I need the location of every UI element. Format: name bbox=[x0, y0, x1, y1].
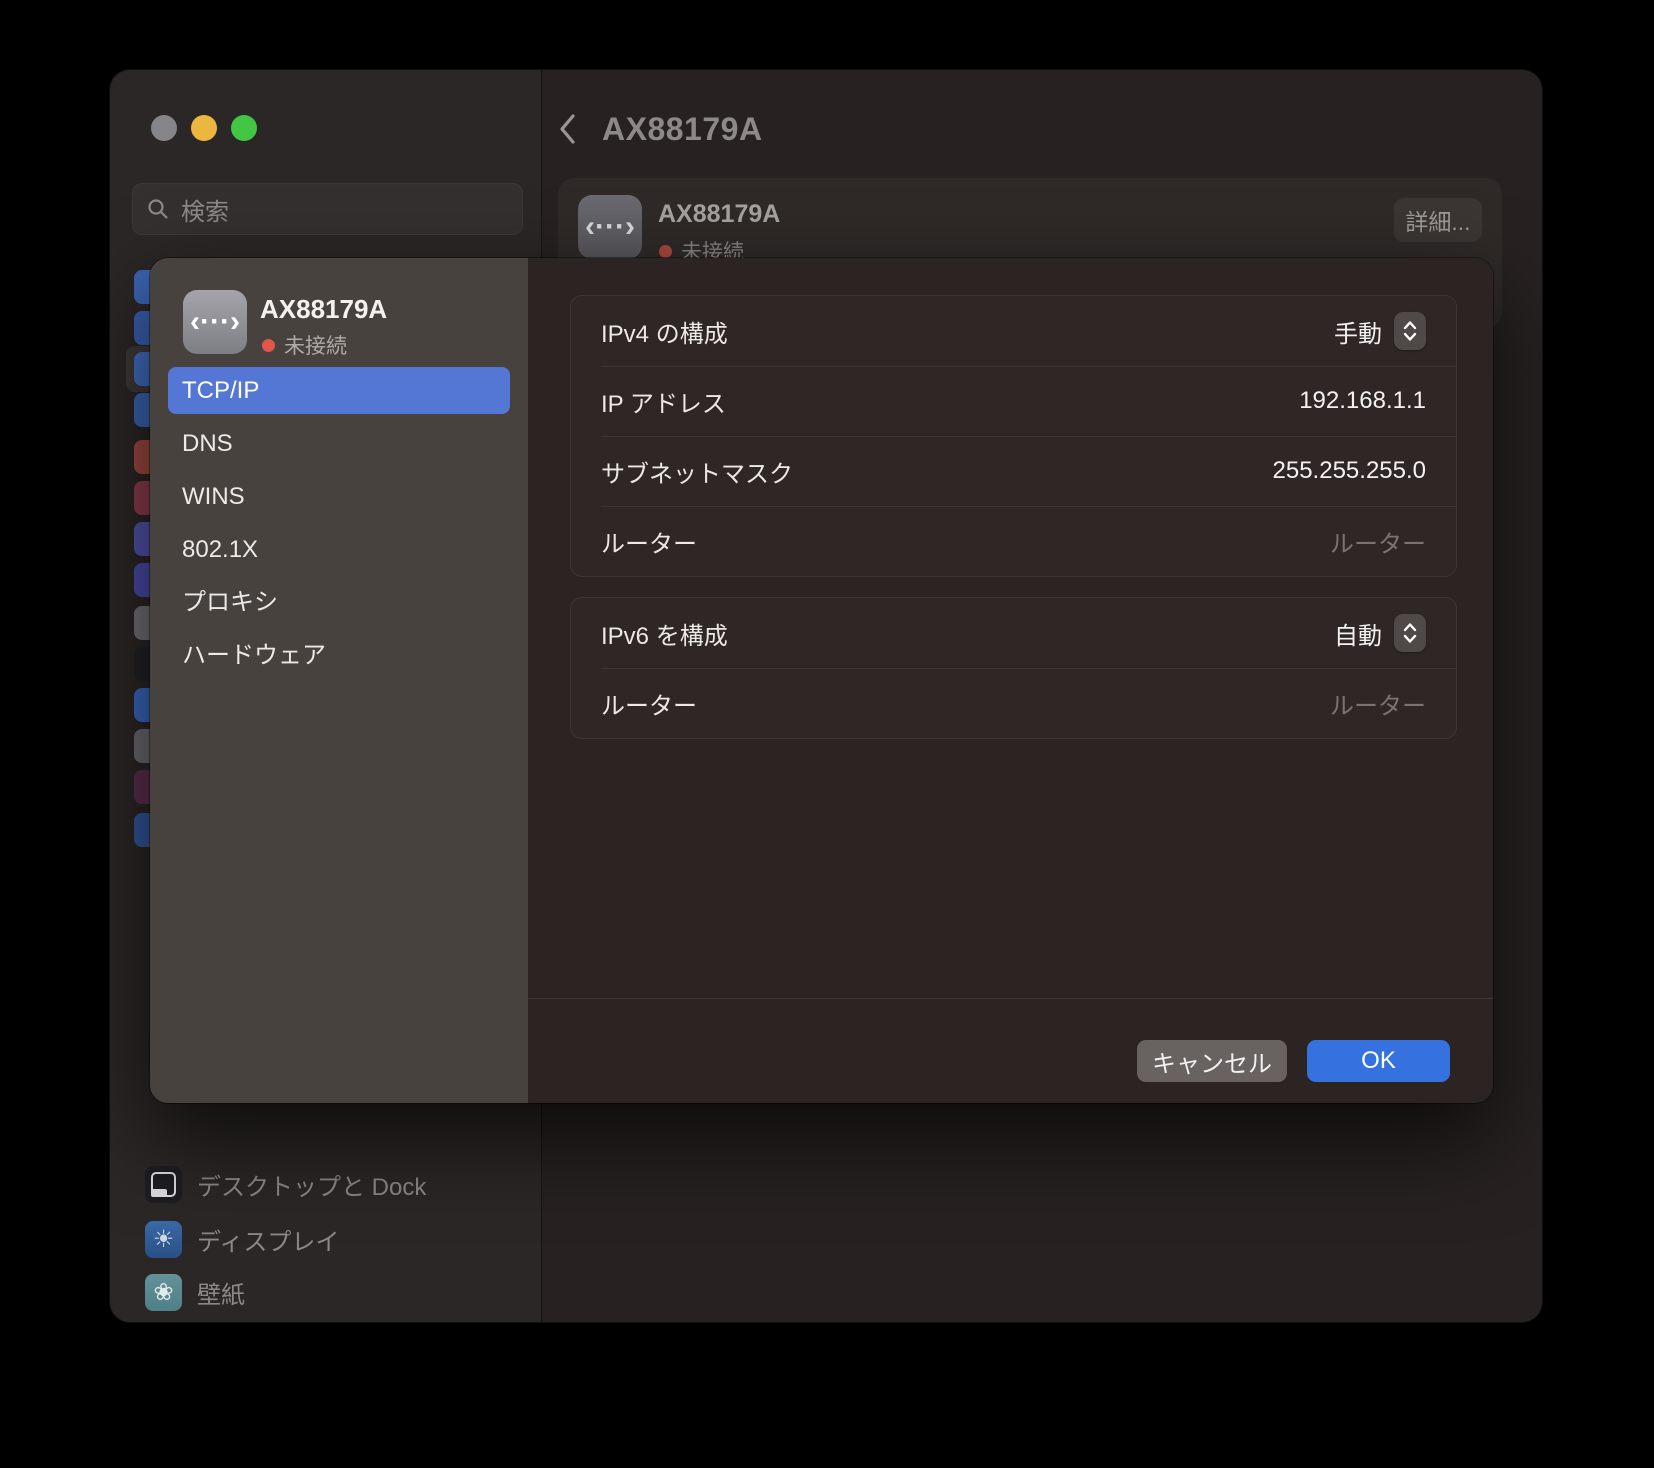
row-value: 192.168.1.1 bbox=[1299, 387, 1426, 415]
sidebar-item-label: ディスプレイ bbox=[197, 1222, 339, 1257]
dialog-tab-tcp-ip[interactable]: TCP/IP bbox=[168, 367, 510, 414]
settings-row: IP アドレス 192.168.1.1 bbox=[571, 366, 1456, 436]
row-value: 自動 bbox=[1334, 616, 1382, 651]
window-controls bbox=[151, 115, 257, 141]
row-label: ルーター bbox=[601, 686, 697, 721]
dialog-content: IPv4 の構成 手動 IP アドレス 192.168.1.1 サブネットマスク 255.… bbox=[528, 258, 1493, 1103]
value-field[interactable]: 255.255.255.0 bbox=[1273, 457, 1426, 485]
row-value: ルーター bbox=[1330, 686, 1426, 721]
dialog-device-status: 未接続 bbox=[262, 330, 347, 360]
search-input[interactable]: 検索 bbox=[132, 183, 523, 235]
stepper-icon[interactable] bbox=[1394, 312, 1426, 350]
sidebar-item-label: デスクトップと Dock bbox=[197, 1167, 426, 1202]
row-label: ルーター bbox=[601, 524, 697, 559]
sidebar-item-label: 壁紙 bbox=[197, 1275, 245, 1310]
status-text: 未接続 bbox=[284, 330, 347, 360]
footer-divider bbox=[528, 998, 1493, 999]
settings-row: サブネットマスク 255.255.255.0 bbox=[571, 436, 1456, 506]
row-label: IP アドレス bbox=[601, 384, 726, 419]
sidebar-item-wallpaper[interactable]: ❀ 壁紙 bbox=[145, 1273, 245, 1311]
settings-group-ipv6: IPv6 を構成 自動ルーター ルーター bbox=[570, 597, 1457, 739]
settings-row: ルーター ルーター bbox=[571, 668, 1456, 738]
cancel-button[interactable]: キャンセル bbox=[1137, 1040, 1287, 1082]
settings-row: IPv6 を構成 自動 bbox=[571, 598, 1456, 668]
search-icon bbox=[147, 198, 169, 220]
minimize-button[interactable] bbox=[191, 115, 217, 141]
back-chevron-icon[interactable] bbox=[558, 113, 576, 145]
zoom-button[interactable] bbox=[231, 115, 257, 141]
value-field[interactable]: ルーター bbox=[1330, 686, 1426, 721]
dialog-tab--[interactable]: プロキシ bbox=[168, 579, 510, 626]
page-title: AX88179A bbox=[602, 111, 763, 148]
row-label: IPv6 を構成 bbox=[601, 616, 728, 651]
row-value: 255.255.255.0 bbox=[1273, 457, 1426, 485]
search-placeholder: 検索 bbox=[181, 192, 229, 227]
value-field[interactable]: 192.168.1.1 bbox=[1299, 387, 1426, 415]
select-control[interactable]: 自動 bbox=[1334, 614, 1426, 652]
row-value: 手動 bbox=[1334, 314, 1382, 349]
value-field[interactable]: ルーター bbox=[1330, 524, 1426, 559]
status-dot-icon bbox=[262, 339, 275, 352]
row-label: IPv4 の構成 bbox=[601, 314, 728, 349]
display-icon: ☀ bbox=[145, 1221, 182, 1258]
ethernet-icon: ‹···› bbox=[183, 290, 247, 354]
select-control[interactable]: 手動 bbox=[1334, 312, 1426, 350]
tcpip-settings-dialog: ‹···› AX88179A 未接続 TCP/IP DNS WINS 802.1X プロ… bbox=[150, 258, 1493, 1103]
sidebar-item-display[interactable]: ☀ ディスプレイ bbox=[145, 1220, 339, 1258]
dialog-nav-list: TCP/IP DNS WINS 802.1X プロキシハードウェア bbox=[168, 367, 510, 685]
wallpaper-icon: ❀ bbox=[145, 1274, 182, 1311]
close-button[interactable] bbox=[151, 115, 177, 141]
detail-header: AX88179A bbox=[558, 99, 763, 159]
status-dot-icon bbox=[659, 245, 672, 258]
ok-button[interactable]: OK bbox=[1307, 1040, 1450, 1082]
row-value: ルーター bbox=[1330, 524, 1426, 559]
stepper-icon[interactable] bbox=[1394, 614, 1426, 652]
settings-group-ipv4: IPv4 の構成 手動 IP アドレス 192.168.1.1 サブネットマスク 255.… bbox=[570, 295, 1457, 577]
dialog-tab--[interactable]: ハードウェア bbox=[168, 632, 510, 679]
dialog-sidebar: ‹···› AX88179A 未接続 TCP/IP DNS WINS 802.1X プロ… bbox=[150, 258, 528, 1103]
system-settings-window: 検索 デスクトップと Dock ☀ ディスプレイ ❀ 壁紙 AX88179A ‹···›… bbox=[110, 70, 1542, 1322]
dialog-tab-802-1x[interactable]: 802.1X bbox=[168, 526, 510, 573]
settings-row: IPv4 の構成 手動 bbox=[571, 296, 1456, 366]
desktop-dock-icon bbox=[145, 1166, 182, 1203]
ethernet-icon: ‹···› bbox=[578, 195, 642, 259]
row-label: サブネットマスク bbox=[601, 454, 793, 489]
dialog-device-name: AX88179A bbox=[260, 294, 387, 325]
sidebar-item-desktop-dock[interactable]: デスクトップと Dock bbox=[145, 1165, 426, 1203]
settings-row: ルーター ルーター bbox=[571, 506, 1456, 576]
details-button[interactable]: 詳細... bbox=[1394, 198, 1482, 242]
dialog-tab-dns[interactable]: DNS bbox=[168, 420, 510, 467]
service-name: AX88179A bbox=[658, 200, 780, 229]
dialog-tab-wins[interactable]: WINS bbox=[168, 473, 510, 520]
